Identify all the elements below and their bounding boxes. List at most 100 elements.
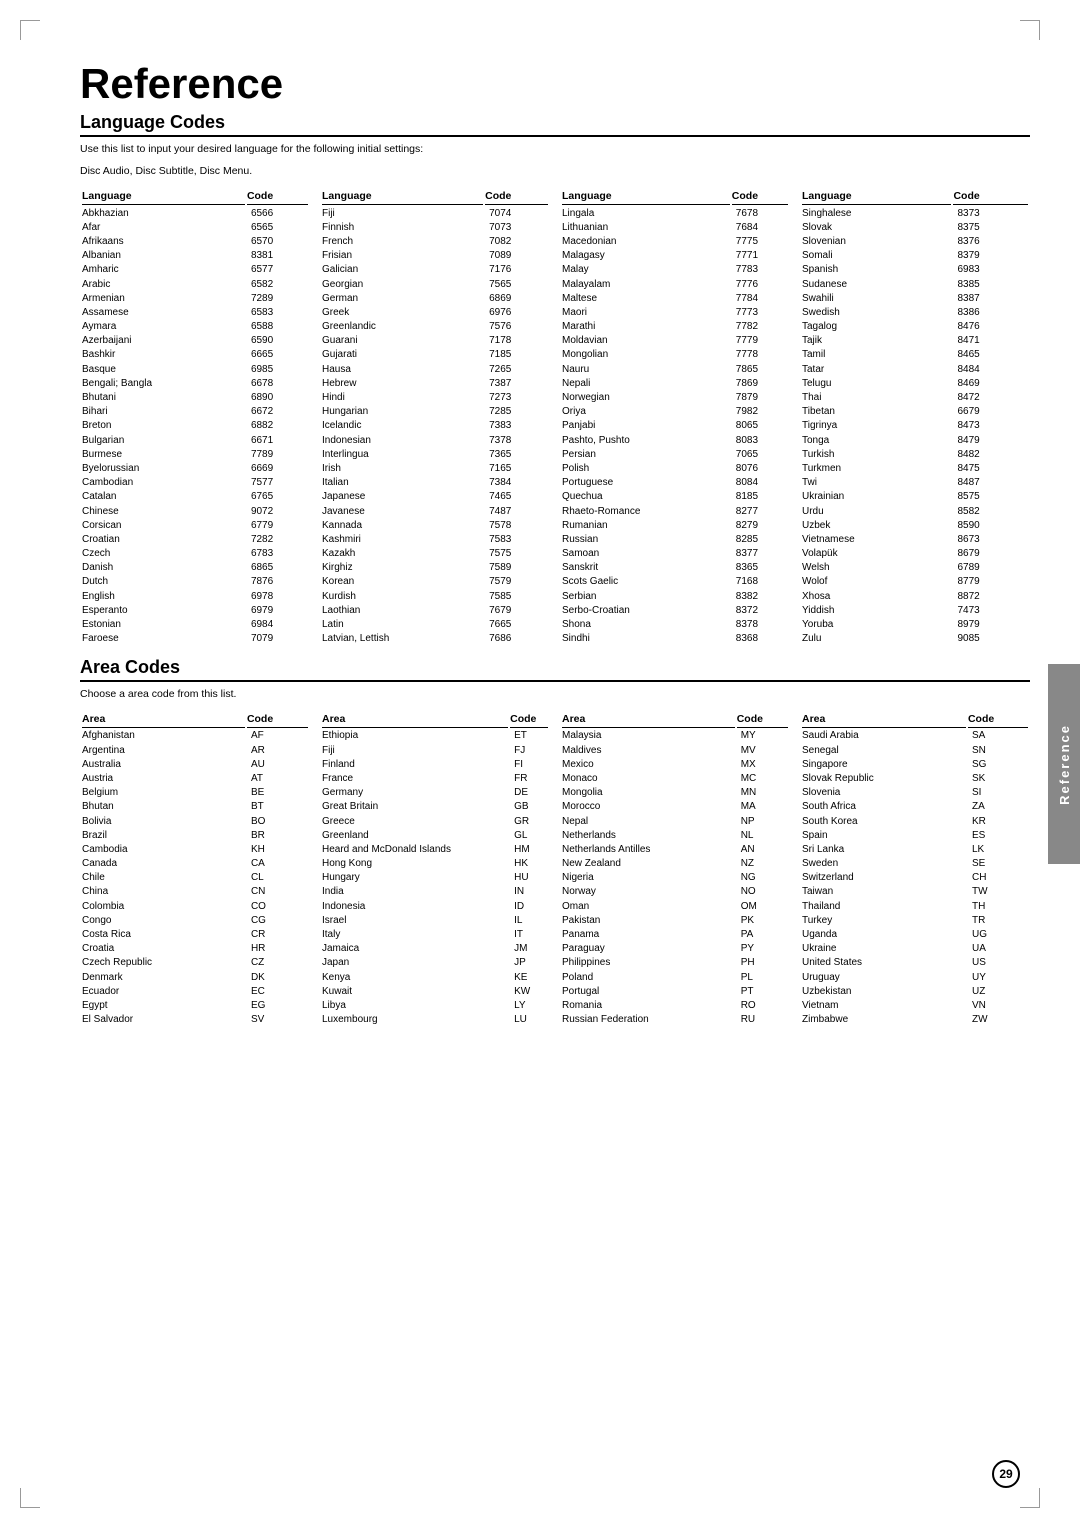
language-row: Urdu8582 xyxy=(802,505,1028,517)
area-row: ChinaCN xyxy=(82,886,308,898)
area-name: Switzerland xyxy=(802,872,966,884)
code-header-4: Code xyxy=(953,189,1028,205)
area-name: Egypt xyxy=(82,999,245,1011)
area-code: SG xyxy=(968,758,1028,770)
language-name: English xyxy=(82,590,245,602)
area-row: New ZealandNZ xyxy=(562,858,788,870)
language-row: Amharic6577 xyxy=(82,264,308,276)
lang-header-2: Language xyxy=(322,189,483,205)
page-container: Reference Language Codes Use this list t… xyxy=(0,0,1080,1528)
language-code: 8372 xyxy=(732,604,788,616)
area-name: Colombia xyxy=(82,900,245,912)
area-code: LU xyxy=(510,1014,548,1026)
area-row: MalaysiaMY xyxy=(562,730,788,742)
area-name: China xyxy=(82,886,245,898)
area-row: ZimbabweZW xyxy=(802,1014,1028,1026)
language-row: Spanish6983 xyxy=(802,264,1028,276)
language-code: 6665 xyxy=(247,349,308,361)
language-row: Scots Gaelic7168 xyxy=(562,576,788,588)
area-code: MY xyxy=(737,730,788,742)
area-name: Greece xyxy=(322,815,508,827)
language-row: Icelandic7383 xyxy=(322,420,548,432)
language-row: Tajik8471 xyxy=(802,335,1028,347)
language-code: 8387 xyxy=(953,292,1028,304)
language-code: 7079 xyxy=(247,633,308,645)
language-name: Galician xyxy=(322,264,483,276)
area-code: DK xyxy=(247,971,308,983)
language-name: Portuguese xyxy=(562,477,730,489)
language-row: Macedonian7775 xyxy=(562,235,788,247)
language-name: Kashmiri xyxy=(322,533,483,545)
language-name: Malayalam xyxy=(562,278,730,290)
language-code: 6672 xyxy=(247,406,308,418)
language-codes-section: Language Codes Use this list to input yo… xyxy=(80,112,1030,647)
language-row: Malagasy7771 xyxy=(562,250,788,262)
area-code: US xyxy=(968,957,1028,969)
language-name: Japanese xyxy=(322,491,483,503)
corner-bl xyxy=(20,1488,40,1508)
area-code: KE xyxy=(510,971,548,983)
language-row: Tatar8484 xyxy=(802,363,1028,375)
language-row: Hungarian7285 xyxy=(322,406,548,418)
language-row: Telugu8469 xyxy=(802,377,1028,389)
language-name: Volapük xyxy=(802,548,951,560)
area-code: CO xyxy=(247,900,308,912)
area-name: Hong Kong xyxy=(322,858,508,870)
language-row: Bihari6672 xyxy=(82,406,308,418)
area-name: Indonesia xyxy=(322,900,508,912)
area-row: Great BritainGB xyxy=(322,801,548,813)
area-code: AU xyxy=(247,758,308,770)
language-row: Tamil8465 xyxy=(802,349,1028,361)
language-code: 7576 xyxy=(485,321,548,333)
language-row: Azerbaijani6590 xyxy=(82,335,308,347)
language-row: Assamese6583 xyxy=(82,306,308,318)
language-row: Chinese9072 xyxy=(82,505,308,517)
area-name: Philippines xyxy=(562,957,735,969)
area-row: FinlandFI xyxy=(322,758,548,770)
language-row: Burmese7789 xyxy=(82,448,308,460)
language-code: 6869 xyxy=(485,292,548,304)
language-row: Faroese7079 xyxy=(82,633,308,645)
area-row: TaiwanTW xyxy=(802,886,1028,898)
language-row: Javanese7487 xyxy=(322,505,548,517)
language-row: Norwegian7879 xyxy=(562,391,788,403)
area-row: GreeceGR xyxy=(322,815,548,827)
language-codes-desc2: Disc Audio, Disc Subtitle, Disc Menu. xyxy=(80,165,1030,177)
area-row: CanadaCA xyxy=(82,858,308,870)
language-name: Corsican xyxy=(82,519,245,531)
area-name: Uzbekistan xyxy=(802,985,966,997)
language-code: 7565 xyxy=(485,278,548,290)
area-code: CL xyxy=(247,872,308,884)
area-row: UzbekistanUZ xyxy=(802,985,1028,997)
language-row: Yiddish7473 xyxy=(802,604,1028,616)
language-code: 8386 xyxy=(953,306,1028,318)
language-row: Malayalam7776 xyxy=(562,278,788,290)
language-table-col3: Language Code Lingala7678Lithuanian7684M… xyxy=(560,187,790,647)
area-row: UkraineUA xyxy=(802,943,1028,955)
language-code: 6865 xyxy=(247,562,308,574)
language-name: Danish xyxy=(82,562,245,574)
area-name: Italy xyxy=(322,928,508,940)
language-name: Sanskrit xyxy=(562,562,730,574)
area-row: FijiFJ xyxy=(322,744,548,756)
language-row: Ukrainian8575 xyxy=(802,491,1028,503)
area-row: MonacoMC xyxy=(562,772,788,784)
language-row: Samoan8377 xyxy=(562,548,788,560)
area-name: Zimbabwe xyxy=(802,1014,966,1026)
language-code: 6679 xyxy=(953,406,1028,418)
language-row: Abkhazian6566 xyxy=(82,207,308,219)
area-row: Saudi ArabiaSA xyxy=(802,730,1028,742)
language-code: 8582 xyxy=(953,505,1028,517)
area-code: UG xyxy=(968,928,1028,940)
language-code: 8469 xyxy=(953,377,1028,389)
language-row: Russian8285 xyxy=(562,533,788,545)
language-name: Persian xyxy=(562,448,730,460)
language-row: Maori7773 xyxy=(562,306,788,318)
language-row: Turkish8482 xyxy=(802,448,1028,460)
area-code: NO xyxy=(737,886,788,898)
area-code: RU xyxy=(737,1014,788,1026)
language-row: Latvian, Lettish7686 xyxy=(322,633,548,645)
language-name: Gujarati xyxy=(322,349,483,361)
language-name: Serbo-Croatian xyxy=(562,604,730,616)
area-row: SwedenSE xyxy=(802,858,1028,870)
